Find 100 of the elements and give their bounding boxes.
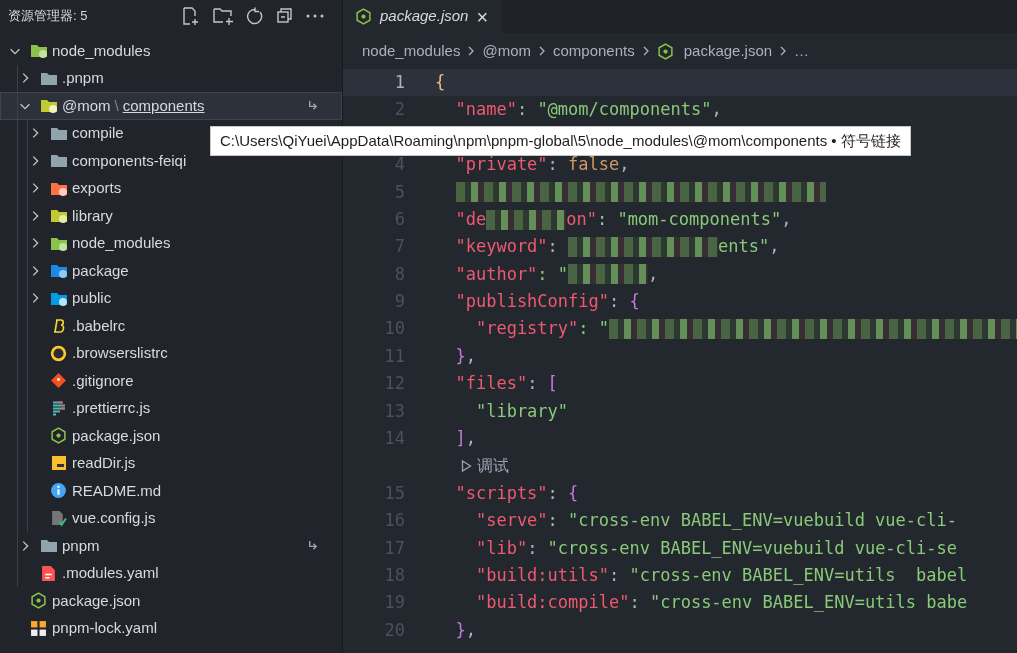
file-name: compile bbox=[72, 123, 124, 143]
folder-icon bbox=[49, 290, 68, 306]
tree-item[interactable]: public bbox=[0, 284, 342, 312]
tree-item[interactable]: .babelrc bbox=[0, 312, 342, 340]
code-token: : bbox=[527, 372, 539, 396]
tree-item[interactable]: .browserslistrc bbox=[0, 339, 342, 367]
breadcrumb-item[interactable]: @mom bbox=[482, 39, 531, 63]
hexagon-icon bbox=[30, 592, 47, 610]
panel-title: 资源管理器: 5 bbox=[8, 7, 89, 26]
file-name: exports bbox=[72, 178, 122, 198]
tree-item[interactable]: .pnpm bbox=[0, 64, 342, 92]
code-token: "cross-env BABEL_ENV=vuebuild vue-cli- bbox=[568, 509, 957, 533]
code-token: , bbox=[465, 344, 476, 368]
hexagon-icon bbox=[50, 427, 67, 445]
line-number: 1 bbox=[393, 70, 405, 94]
code-token: "de bbox=[454, 207, 487, 231]
file-name: node_modules bbox=[72, 233, 171, 253]
info-icon bbox=[50, 482, 67, 500]
prettier-icon bbox=[50, 399, 67, 417]
hexagon-icon bbox=[656, 42, 674, 60]
code-token: "library" bbox=[474, 399, 569, 423]
breadcrumb-item[interactable]: components bbox=[553, 39, 635, 63]
code-token: "files" bbox=[454, 372, 528, 396]
file-name: components-feiqi bbox=[72, 150, 187, 171]
tree-item[interactable]: node_modules bbox=[0, 229, 342, 257]
file-name: .browserslistrc bbox=[72, 343, 168, 363]
code-token: , bbox=[465, 427, 476, 450]
code-token: "@mom/components" bbox=[537, 98, 712, 122]
file-name: .pnpm bbox=[62, 68, 104, 88]
tree-item[interactable]: pnpm bbox=[0, 532, 342, 560]
breadcrumb-item[interactable]: … bbox=[794, 39, 810, 63]
folder-name: components bbox=[122, 95, 205, 116]
editor-tab[interactable]: package.json × bbox=[343, 0, 503, 33]
play-icon[interactable] bbox=[460, 459, 473, 474]
breadcrumb-item[interactable]: node_modules bbox=[362, 39, 461, 63]
tree-item[interactable]: package bbox=[0, 257, 342, 285]
code-token: "cross-env BABEL_ENV=utils babe bbox=[649, 591, 968, 615]
file-name: readDir.js bbox=[72, 453, 136, 473]
code-token: } bbox=[454, 344, 466, 368]
code-token: "lib" bbox=[474, 536, 528, 560]
code-token: "publishConfig" bbox=[454, 290, 609, 314]
code-token: : bbox=[516, 98, 529, 122]
file-name: .modules.yaml bbox=[62, 563, 159, 583]
code-token: "cross-env BABEL_ENV=utils babel bbox=[629, 563, 968, 587]
close-button[interactable]: × bbox=[476, 6, 489, 27]
js-file-icon bbox=[50, 455, 67, 472]
tree-item[interactable]: node_modules bbox=[0, 37, 342, 65]
path-separator: \ bbox=[114, 95, 119, 116]
code-token: , bbox=[619, 153, 630, 177]
hexagon-icon bbox=[355, 8, 372, 25]
new-file-icon[interactable] bbox=[180, 6, 200, 26]
tree-item[interactable]: README.md bbox=[0, 477, 342, 505]
folder-icon bbox=[49, 263, 68, 279]
code-token: } bbox=[454, 618, 466, 642]
code-token: , bbox=[465, 618, 476, 642]
more-icon[interactable] bbox=[306, 13, 324, 19]
tree-item[interactable]: package.json bbox=[0, 587, 342, 615]
tooltip: C:\Users\QiYuei\AppData\Roaming\npm\pnpm-global\5\node_modules\@mom\components • 符号链接 bbox=[210, 126, 911, 156]
code-token: "serve" bbox=[474, 509, 548, 533]
file-name: @mom bbox=[62, 95, 111, 116]
document-icon bbox=[41, 564, 56, 582]
file-name: README.md bbox=[72, 480, 162, 501]
code-token: : bbox=[609, 563, 621, 587]
code-token: { bbox=[568, 481, 579, 505]
code-token: : bbox=[547, 509, 559, 533]
code-token: { bbox=[435, 70, 446, 94]
code-token: : " bbox=[537, 262, 569, 286]
code-token: ] bbox=[454, 427, 466, 450]
code-token: , bbox=[769, 235, 780, 259]
code-token: "name" bbox=[454, 98, 517, 122]
breadcrumb-item[interactable]: package.json bbox=[683, 39, 773, 63]
file-name: .prettierrc.js bbox=[72, 398, 151, 418]
tree-item[interactable]: .prettierrc.js bbox=[0, 394, 342, 422]
code-token: { bbox=[629, 290, 640, 314]
tree-item[interactable]: exports bbox=[0, 174, 342, 202]
tree-item[interactable]: vue.config.js bbox=[0, 504, 342, 532]
chevron-right-icon bbox=[537, 45, 547, 57]
tree-item[interactable]: library bbox=[0, 202, 342, 230]
file-name: package.json bbox=[72, 425, 161, 446]
code-token: : bbox=[527, 536, 539, 560]
collapse-all-icon[interactable] bbox=[276, 7, 294, 25]
folder-icon bbox=[49, 153, 68, 169]
tree-item[interactable]: readDir.js bbox=[0, 449, 342, 477]
debug-link[interactable]: 调试 bbox=[477, 454, 509, 479]
folder-icon bbox=[29, 43, 48, 59]
code-token: , bbox=[648, 262, 659, 286]
code-token: : bbox=[609, 290, 621, 314]
refresh-icon[interactable] bbox=[246, 7, 264, 25]
code-token: "build:compile" bbox=[474, 591, 630, 615]
code-token: [ bbox=[547, 372, 558, 396]
new-folder-icon[interactable] bbox=[212, 6, 234, 26]
grid-icon bbox=[30, 619, 47, 637]
file-name: package.json bbox=[52, 590, 141, 611]
tree-item[interactable]: .modules.yaml bbox=[0, 559, 342, 587]
tree-item[interactable]: .gitignore bbox=[0, 367, 342, 395]
tree-item[interactable]: pnpm-lock.yaml bbox=[0, 614, 342, 642]
tree-item[interactable]: @mom \ components bbox=[0, 92, 342, 120]
file-name: node_modules bbox=[52, 40, 151, 61]
file-name: package bbox=[72, 260, 129, 281]
tree-item[interactable]: package.json bbox=[0, 422, 342, 450]
